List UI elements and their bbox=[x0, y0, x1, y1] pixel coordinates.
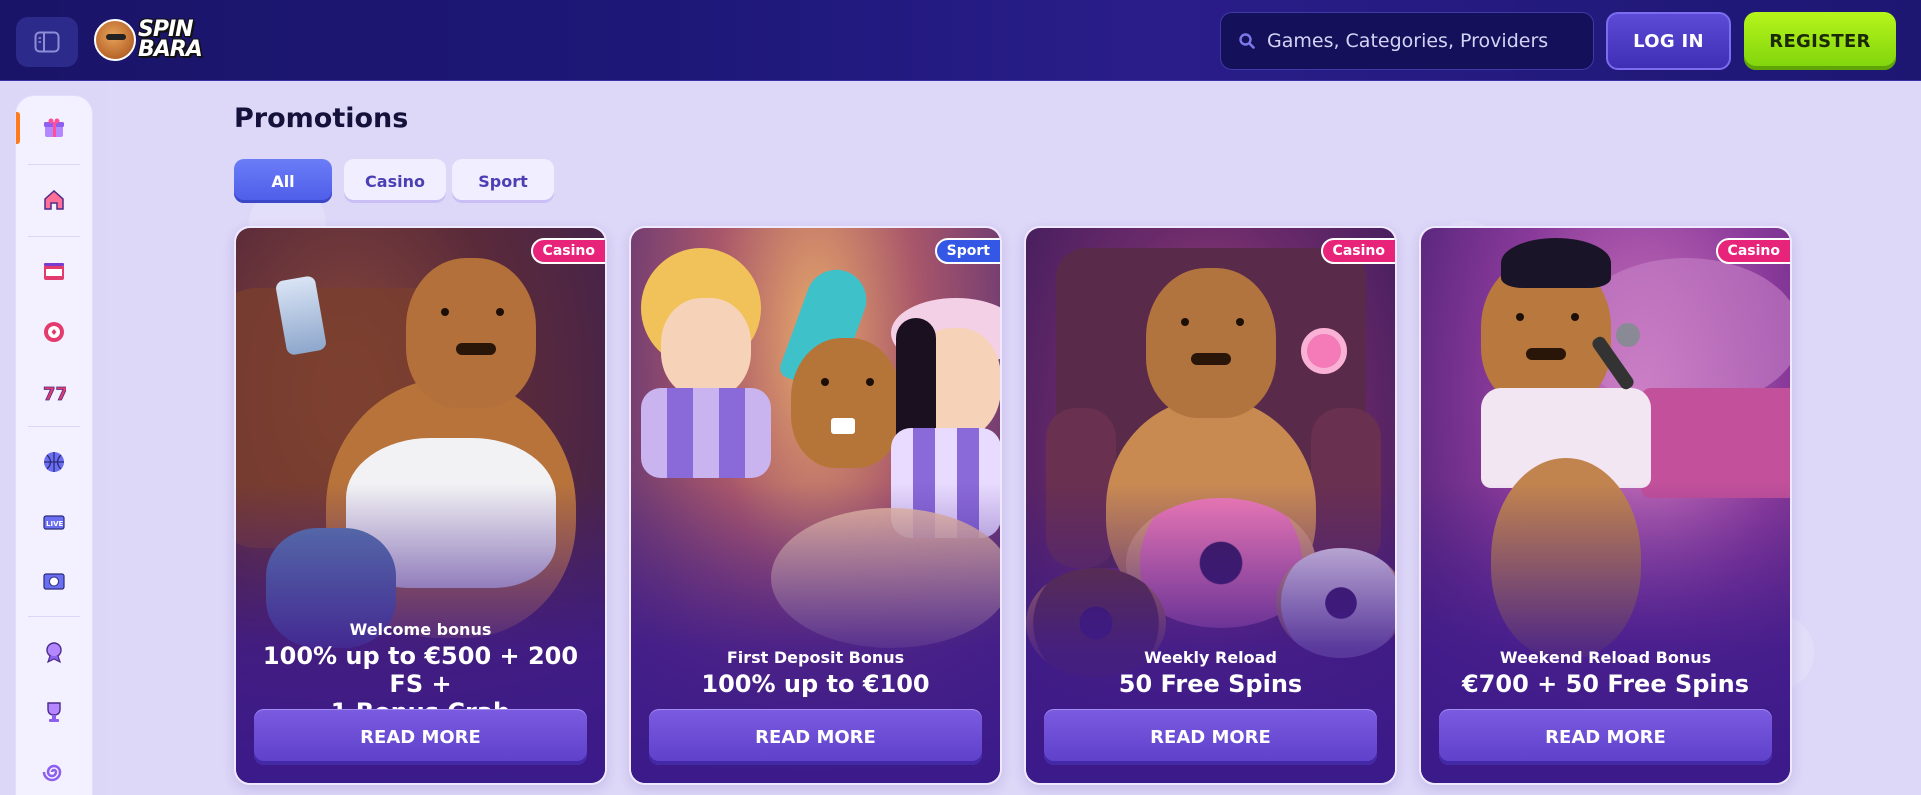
category-badge: Casino bbox=[1715, 238, 1790, 264]
promo-title-line-1: €700 + 50 Free Spins bbox=[1461, 670, 1750, 698]
sidebar-item-home[interactable] bbox=[16, 174, 92, 226]
sevens-icon: 77 bbox=[43, 384, 66, 404]
sidebar-item-slots[interactable] bbox=[16, 246, 92, 298]
category-badge: Casino bbox=[530, 238, 605, 264]
promo-title: 50 Free Spins bbox=[1036, 670, 1385, 698]
sidebar-divider bbox=[28, 426, 80, 427]
sidebar-item-virtual-sports[interactable] bbox=[16, 556, 92, 608]
spiral-icon bbox=[42, 764, 62, 782]
promo-title-line-1: 100% up to €100 bbox=[701, 670, 930, 698]
svg-text:77: 77 bbox=[43, 384, 66, 404]
tab-all[interactable]: All bbox=[234, 159, 332, 203]
sidebar-item-vip[interactable] bbox=[16, 626, 92, 678]
logo-wordmark: SPIN BARA bbox=[138, 19, 203, 62]
promo-title-line-1: 50 Free Spins bbox=[1118, 670, 1303, 698]
promo-card-weekend-reload[interactable]: Casino Weekend Reload Bonus €700 + 50 Fr… bbox=[1419, 226, 1792, 785]
register-button[interactable]: REGISTER bbox=[1744, 12, 1896, 70]
promo-title: 100% up to €100 bbox=[641, 670, 990, 698]
category-badge: Sport bbox=[934, 238, 1000, 264]
sidebar-item-tournaments[interactable] bbox=[16, 686, 92, 738]
promo-subtitle: Weekly Reload bbox=[1144, 648, 1277, 667]
slot-machine-icon bbox=[44, 263, 64, 280]
logo-line-2: BARA bbox=[138, 37, 203, 62]
promo-card-welcome[interactable]: Casino Welcome bonus 100% up to €500 + 2… bbox=[234, 226, 607, 785]
read-more-button[interactable]: READ MORE bbox=[254, 709, 587, 765]
svg-text:LIVE: LIVE bbox=[46, 520, 63, 528]
search-field[interactable] bbox=[1220, 12, 1594, 70]
sidebar-item-jackpots[interactable]: 77 bbox=[16, 366, 92, 418]
trophy-icon bbox=[47, 702, 61, 722]
spinbara-logo[interactable]: SPIN BARA bbox=[94, 12, 226, 68]
category-badge: Casino bbox=[1320, 238, 1395, 264]
sidebar-panel-icon bbox=[34, 31, 60, 53]
search-icon bbox=[1239, 33, 1255, 49]
tab-casino[interactable]: Casino bbox=[344, 159, 446, 203]
promo-title-line-1: 100% up to €500 + 200 FS + bbox=[262, 642, 579, 698]
promo-subtitle: Weekend Reload Bonus bbox=[1499, 648, 1712, 667]
home-icon bbox=[44, 189, 64, 210]
sidebar-divider bbox=[28, 164, 80, 165]
sidebar-divider bbox=[28, 616, 80, 617]
sidebar-item-live[interactable]: LIVE bbox=[16, 496, 92, 548]
left-sidebar: 77 LIVE bbox=[16, 96, 92, 795]
page-title: Promotions bbox=[234, 103, 409, 134]
gift-icon bbox=[44, 118, 64, 137]
promo-card-first-deposit[interactable]: Sport First Deposit Bonus 100% up to €10… bbox=[629, 226, 1002, 785]
capybara-mascot-icon bbox=[94, 19, 136, 61]
basketball-icon bbox=[44, 452, 64, 472]
promo-subtitle: Welcome bonus bbox=[349, 620, 492, 639]
sidebar-item-promotions[interactable] bbox=[16, 102, 92, 154]
login-button[interactable]: LOG IN bbox=[1606, 12, 1731, 70]
sidebar-item-sports[interactable] bbox=[16, 436, 92, 488]
sidebar-divider bbox=[28, 236, 80, 237]
virtual-sport-icon bbox=[43, 573, 65, 590]
sidebar-toggle-button[interactable] bbox=[16, 17, 78, 67]
read-more-button[interactable]: READ MORE bbox=[649, 709, 982, 765]
roulette-chip-icon bbox=[44, 322, 64, 342]
promo-title: €700 + 50 Free Spins bbox=[1431, 670, 1780, 698]
read-more-button[interactable]: READ MORE bbox=[1044, 709, 1377, 765]
top-header: SPIN BARA LOG IN REGISTER bbox=[0, 0, 1921, 81]
promo-card-weekly-reload[interactable]: Casino Weekly Reload 50 Free Spins READ … bbox=[1024, 226, 1397, 785]
sidebar-item-table-games[interactable] bbox=[16, 306, 92, 358]
read-more-button[interactable]: READ MORE bbox=[1439, 709, 1772, 765]
tab-sport[interactable]: Sport bbox=[452, 159, 554, 203]
live-icon: LIVE bbox=[43, 515, 65, 530]
sidebar-item-more[interactable] bbox=[16, 746, 92, 795]
search-input[interactable] bbox=[1267, 30, 1587, 52]
promo-subtitle: First Deposit Bonus bbox=[726, 648, 905, 667]
medal-icon bbox=[46, 642, 62, 664]
